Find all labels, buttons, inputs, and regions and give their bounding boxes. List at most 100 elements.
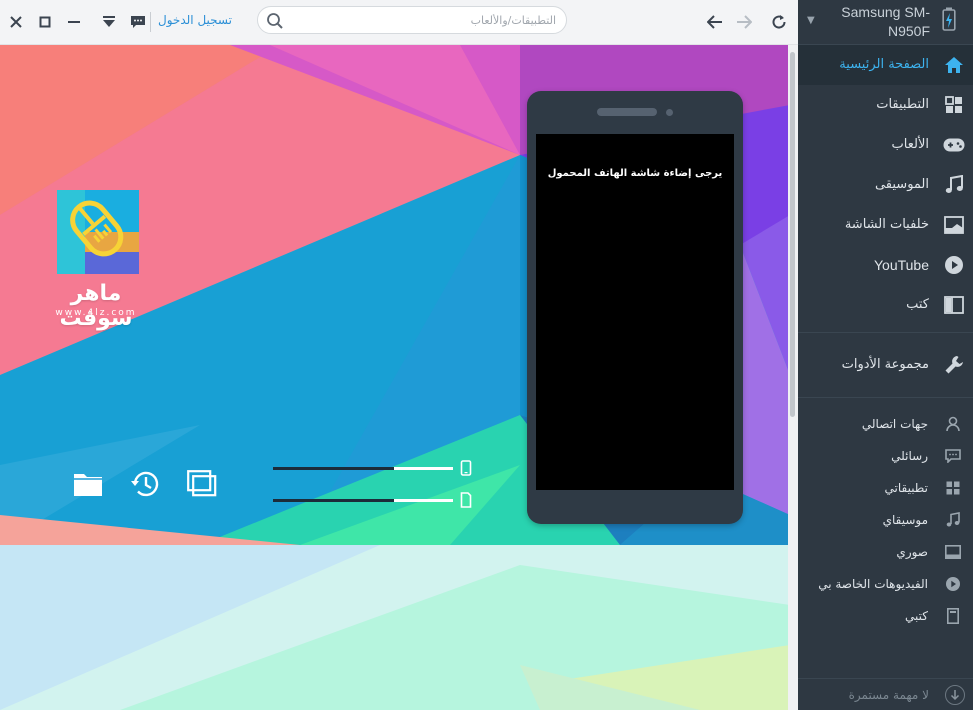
- sidebar-item-photos[interactable]: صوري: [798, 536, 973, 568]
- hero-panel: ماهر سوفت www.4lz.com يرجى إضاءة شاشة ال…: [0, 45, 790, 710]
- arrow-left-icon: [707, 15, 722, 29]
- sidebar-divider: [798, 397, 973, 398]
- device-selector[interactable]: ▼ Samsung SM-N950F: [798, 0, 973, 45]
- menu-dropdown-button[interactable]: [96, 9, 122, 35]
- backup-restore-button[interactable]: [129, 468, 161, 500]
- sidebar-item-youtube[interactable]: YouTube: [798, 245, 973, 285]
- file-manager-button[interactable]: [72, 468, 104, 500]
- sidebar-item-my-books[interactable]: كتبي: [798, 600, 973, 632]
- menu-down-icon: [103, 16, 115, 27]
- search-icon[interactable]: [264, 10, 286, 32]
- forward-button[interactable]: [731, 9, 757, 35]
- phone-screen-message: يرجى إضاءة شاشة الهاتف المحمول: [547, 168, 723, 179]
- sidebar-item-label: مجموعة الأدوات: [841, 357, 929, 372]
- logo-url: www.4lz.com: [55, 308, 137, 318]
- scrollbar-thumb[interactable]: [790, 52, 795, 417]
- chat-icon: [131, 16, 145, 28]
- maximize-icon: [39, 16, 51, 28]
- history-icon: [131, 471, 159, 497]
- screenshot-button[interactable]: [186, 468, 218, 500]
- sidebar-item-label: التطبيقات: [876, 97, 929, 112]
- sidebar-item-label: الألعاب: [891, 137, 929, 152]
- sd-card-icon: [460, 492, 472, 508]
- sidebar-item-home[interactable]: الصفحة الرئيسية: [798, 45, 973, 85]
- logo-mark: [57, 190, 139, 274]
- phone-storage-bar: [273, 467, 453, 470]
- task-status-label: لا مهمة مستمرة: [848, 688, 929, 702]
- sidebar-item-label: الفيديوهات الخاصة بي: [818, 577, 928, 591]
- sidebar-item-label: كتبي: [905, 609, 928, 623]
- sidebar-item-books[interactable]: كتب: [798, 285, 973, 325]
- sidebar-item-messages[interactable]: رسائلي: [798, 440, 973, 472]
- minimize-icon: [68, 21, 80, 23]
- task-status[interactable]: لا مهمة مستمرة: [798, 678, 973, 710]
- sidebar-item-label: جهات اتصالي: [861, 417, 928, 431]
- refresh-icon: [772, 15, 786, 29]
- gamepad-icon: [943, 134, 965, 156]
- refresh-button[interactable]: [766, 9, 792, 35]
- sidebar-item-label: رسائلي: [891, 449, 928, 463]
- chevron-down-icon: ▼: [807, 15, 815, 26]
- sidebar-item-games[interactable]: الألعاب: [798, 125, 973, 165]
- sidebar-item-label: كتب: [906, 297, 929, 312]
- sidebar-item-label: تطبيقاتي: [884, 481, 929, 495]
- login-link[interactable]: تسجيل الدخول: [158, 13, 232, 27]
- sidebar-item-label: الصفحة الرئيسية: [839, 57, 929, 72]
- sidebar-item-wallpapers[interactable]: خلفيات الشاشة: [798, 205, 973, 245]
- home-icon: [943, 54, 965, 76]
- sidebar-item-videos[interactable]: الفيديوهات الخاصة بي: [798, 568, 973, 600]
- sd-storage-bar: [273, 499, 453, 502]
- message-icon: [945, 448, 961, 464]
- arrow-right-icon: [737, 15, 752, 29]
- sidebar-item-label: خلفيات الشاشة: [844, 217, 929, 232]
- phone-screen[interactable]: يرجى إضاءة شاشة الهاتف المحمول: [536, 134, 734, 490]
- sidebar-item-toolbox[interactable]: مجموعة الأدوات: [798, 345, 973, 385]
- phone-speaker: [597, 108, 657, 116]
- youtube-icon: [943, 254, 965, 276]
- phone-preview: يرجى إضاءة شاشة الهاتف المحمول: [527, 91, 743, 524]
- sidebar-item-my-apps[interactable]: تطبيقاتي: [798, 472, 973, 504]
- sidebar-item-label: صوري: [896, 545, 928, 559]
- sidebar-item-label: موسيقاي: [882, 513, 928, 527]
- sidebar-item-music[interactable]: الموسيقى: [798, 165, 973, 205]
- sidebar-item-contacts[interactable]: جهات اتصالي: [798, 408, 973, 440]
- wrench-icon: [943, 354, 965, 376]
- search-input[interactable]: [294, 9, 556, 31]
- close-button[interactable]: [3, 9, 29, 35]
- top-toolbar: تسجيل الدخول: [0, 0, 798, 45]
- photo-icon: [945, 544, 961, 560]
- sd-storage-fill: [273, 499, 394, 502]
- minimize-button[interactable]: [61, 9, 87, 35]
- sidebar-item-label: الموسيقى: [874, 177, 929, 192]
- wallpaper-icon: [943, 214, 965, 236]
- screens-icon: [187, 470, 217, 497]
- download-icon: [945, 685, 965, 705]
- book-icon: [943, 294, 965, 316]
- search-box: [257, 6, 567, 34]
- toolbar-divider: [150, 12, 151, 32]
- book-icon: [945, 608, 961, 624]
- back-button[interactable]: [702, 9, 728, 35]
- contact-icon: [945, 416, 961, 432]
- phone-camera: [666, 109, 673, 116]
- logo-wordmark: ماهر سوفت: [59, 281, 133, 331]
- sidebar-item-apps[interactable]: التطبيقات: [798, 85, 973, 125]
- video-icon: [945, 576, 961, 592]
- sidebar-item-my-music[interactable]: موسيقاي: [798, 504, 973, 536]
- sidebar: ▼ Samsung SM-N950F الصفحة الرئيسية التطب…: [798, 0, 973, 710]
- maximize-button[interactable]: [32, 9, 58, 35]
- folder-icon: [74, 474, 102, 496]
- music-icon: [945, 512, 961, 528]
- apps-icon: [945, 480, 961, 496]
- music-icon: [943, 174, 965, 196]
- sidebar-divider: [798, 332, 973, 333]
- device-name: Samsung SM-N950F: [841, 4, 930, 39]
- sidebar-item-label: YouTube: [873, 257, 929, 273]
- close-icon: [10, 16, 22, 28]
- apps-icon: [943, 94, 965, 116]
- phone-storage-fill: [273, 467, 394, 470]
- feedback-button[interactable]: [125, 9, 151, 35]
- battery-icon: [942, 7, 956, 35]
- main-area: تسجيل الدخول التطبيقات/والألعاب ماهر سوف…: [0, 0, 798, 710]
- phone-storage-icon: [460, 460, 472, 476]
